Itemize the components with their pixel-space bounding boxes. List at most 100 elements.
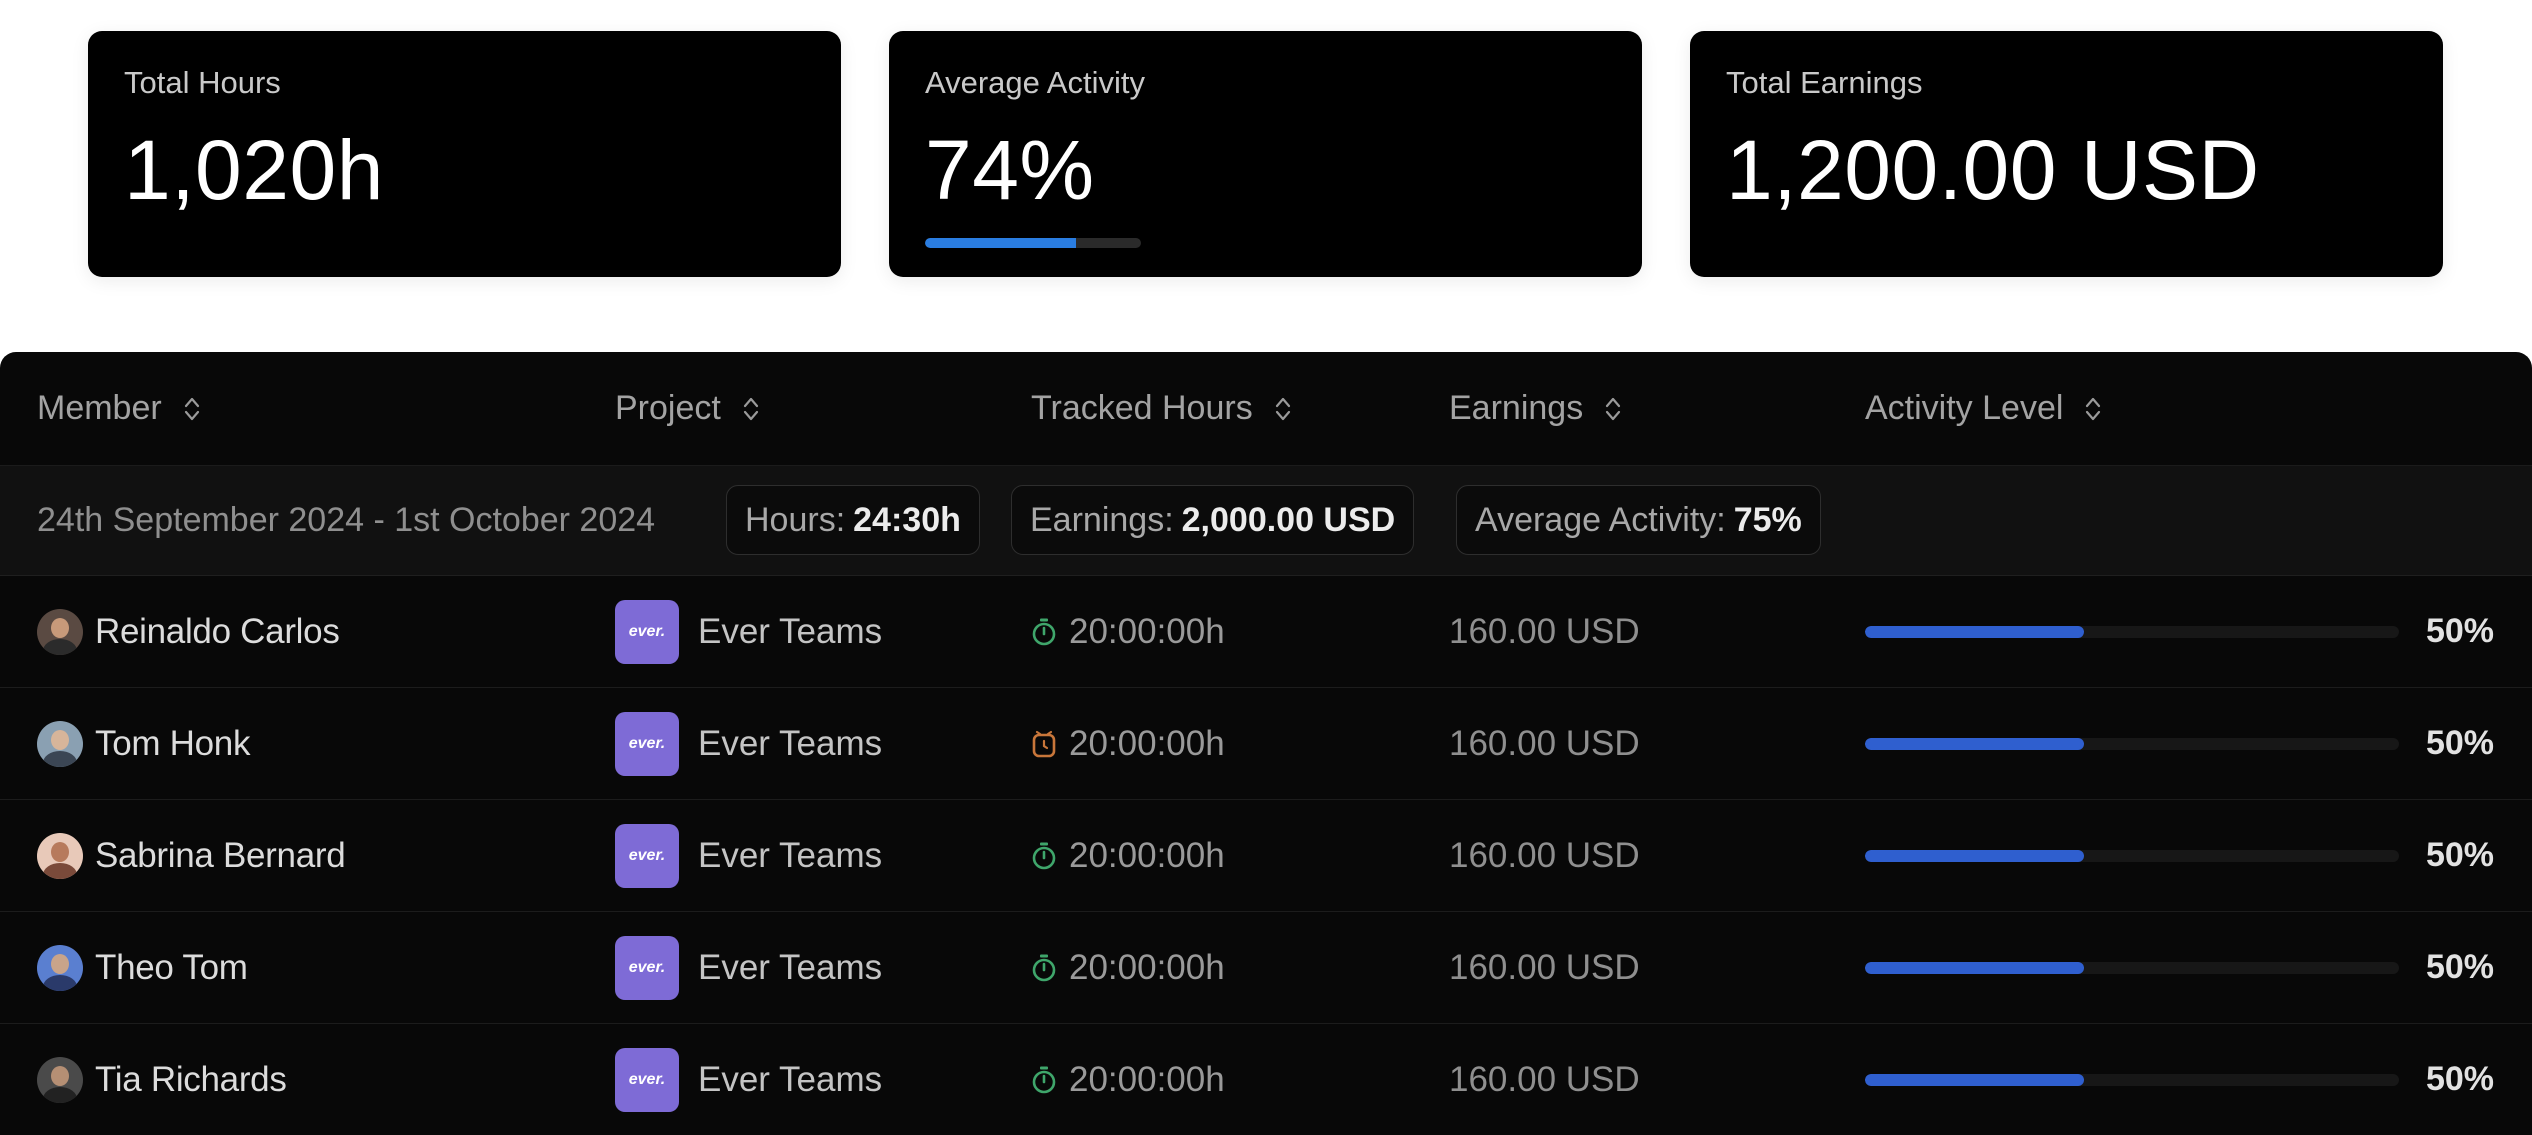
earnings-cell: 160.00 USD: [1449, 800, 1640, 911]
column-header-activity-level[interactable]: Activity Level: [1865, 352, 2101, 465]
activity-cell: [1865, 576, 2399, 687]
earnings-value: 160.00 USD: [1449, 947, 1640, 987]
member-name[interactable]: Sabrina Bernard: [95, 836, 346, 876]
badge-label: Earnings:: [1030, 500, 1174, 539]
stopwatch-icon: [1031, 953, 1057, 983]
average-activity-label: Average Activity: [925, 65, 1145, 100]
stopwatch-icon: [1031, 1065, 1057, 1095]
sort-icon[interactable]: [1605, 396, 1621, 422]
members-table: Member Project Tracked Hours Earnings Ac…: [0, 352, 2532, 1135]
total-hours-label: Total Hours: [124, 65, 281, 100]
member-name[interactable]: Reinaldo Carlos: [95, 612, 340, 652]
activity-progress-fill: [1865, 1073, 2084, 1086]
tracked-hours-cell: 20:00:00h: [1031, 912, 1225, 1023]
project-cell: ever. Ever Teams: [615, 800, 882, 911]
sort-icon[interactable]: [184, 396, 200, 422]
tracked-hours-value: 20:00:00h: [1069, 947, 1225, 987]
date-group-summary: 24th September 2024 - 1st October 2024 H…: [0, 466, 2532, 576]
project-logo-icon: ever.: [615, 599, 679, 664]
earnings-value: 160.00 USD: [1449, 835, 1640, 875]
earnings-cell: 160.00 USD: [1449, 1024, 1640, 1135]
table-row[interactable]: Sabrina Bernard ever. Ever Teams 20:00:0…: [0, 800, 2532, 912]
activity-percent: 50%: [2425, 1060, 2494, 1098]
member-cell: Tom Honk: [37, 688, 250, 799]
table-body: Reinaldo Carlos ever. Ever Teams 20:00:0…: [0, 576, 2532, 1135]
project-name: Ever Teams: [698, 611, 883, 651]
activity-progress-bar: [1865, 961, 2399, 974]
badge-label: Hours:: [745, 500, 846, 539]
tracked-hours-cell: 20:00:00h: [1031, 576, 1225, 687]
badge-value: 75%: [1733, 500, 1802, 539]
activity-progress-bar: [1865, 849, 2399, 862]
project-name: Ever Teams: [698, 835, 883, 875]
project-name: Ever Teams: [698, 723, 883, 763]
activity-cell: [1865, 800, 2399, 911]
column-header-label: Member: [37, 389, 162, 427]
column-header-member[interactable]: Member: [37, 352, 200, 465]
total-earnings-label: Total Earnings: [1726, 65, 1923, 100]
badge-label: Average Activity:: [1475, 500, 1726, 539]
activity-cell: [1865, 688, 2399, 799]
column-header-project[interactable]: Project: [615, 352, 759, 465]
project-cell: ever. Ever Teams: [615, 576, 882, 687]
member-cell: Tia Richards: [37, 1024, 287, 1135]
table-row[interactable]: Theo Tom ever. Ever Teams 20:00:00h 160.…: [0, 912, 2532, 1024]
tracked-hours-cell: 20:00:00h: [1031, 688, 1225, 799]
total-hours-value: 1,020h: [124, 123, 384, 217]
member-name[interactable]: Tom Honk: [95, 724, 250, 764]
activity-percent: 50%: [2425, 724, 2494, 762]
sort-icon[interactable]: [2085, 396, 2101, 422]
sort-icon[interactable]: [1275, 396, 1291, 422]
activity-progress-bar: [1865, 625, 2399, 638]
activity-progress-fill: [1865, 961, 2084, 974]
activity-progress-fill: [1865, 625, 2084, 638]
average-activity-progress: [925, 238, 1141, 248]
earnings-value: 160.00 USD: [1449, 723, 1640, 763]
project-logo-icon: ever.: [615, 711, 679, 776]
project-cell: ever. Ever Teams: [615, 688, 882, 799]
badge-value: 2,000.00 USD: [1181, 500, 1396, 539]
earnings-cell: 160.00 USD: [1449, 576, 1640, 687]
column-header-label: Project: [615, 389, 721, 427]
activity-progress-bar: [1865, 1073, 2399, 1086]
column-header-earnings[interactable]: Earnings: [1449, 352, 1621, 465]
table-row[interactable]: Reinaldo Carlos ever. Ever Teams 20:00:0…: [0, 576, 2532, 688]
avatar: [37, 720, 83, 767]
member-cell: Theo Tom: [37, 912, 248, 1023]
activity-percent: 50%: [2425, 612, 2494, 650]
tracked-hours-cell: 20:00:00h: [1031, 1024, 1225, 1135]
project-name: Ever Teams: [698, 1059, 883, 1099]
earnings-value: 160.00 USD: [1449, 611, 1640, 651]
table-header: Member Project Tracked Hours Earnings Ac…: [0, 352, 2532, 466]
date-range-label: 24th September 2024 - 1st October 2024: [37, 501, 656, 539]
avatar: [37, 944, 83, 991]
tracked-hours-value: 20:00:00h: [1069, 723, 1225, 763]
average-activity-progress-fill: [925, 238, 1077, 248]
stopwatch-icon: [1031, 617, 1057, 647]
average-activity-value: 74%: [925, 123, 1095, 217]
member-cell: Reinaldo Carlos: [37, 576, 340, 687]
earnings-value: 160.00 USD: [1449, 1059, 1640, 1099]
table-row[interactable]: Tom Honk ever. Ever Teams 20:00:00h 160.…: [0, 688, 2532, 800]
sort-icon[interactable]: [743, 396, 759, 422]
activity-summary-badge: Average Activity: 75%: [1456, 485, 1821, 555]
project-name: Ever Teams: [698, 947, 883, 987]
member-name[interactable]: Theo Tom: [95, 948, 248, 988]
average-activity-card: Average Activity 74%: [889, 31, 1642, 277]
column-header-tracked-hours[interactable]: Tracked Hours: [1031, 352, 1291, 465]
tracked-hours-value: 20:00:00h: [1069, 611, 1225, 651]
total-earnings-value: 1,200.00 USD: [1726, 123, 2260, 217]
avatar: [37, 608, 83, 655]
tracked-hours-cell: 20:00:00h: [1031, 800, 1225, 911]
hours-summary-badge: Hours: 24:30h: [726, 485, 980, 555]
stopwatch-icon: [1031, 841, 1057, 871]
table-row[interactable]: Tia Richards ever. Ever Teams 20:00:00h …: [0, 1024, 2532, 1135]
project-cell: ever. Ever Teams: [615, 912, 882, 1023]
column-header-label: Earnings: [1449, 389, 1584, 427]
activity-progress-fill: [1865, 849, 2084, 862]
member-name[interactable]: Tia Richards: [95, 1060, 287, 1100]
activity-percent: 50%: [2425, 836, 2494, 874]
tracked-hours-value: 20:00:00h: [1069, 1059, 1225, 1099]
project-logo-icon: ever.: [615, 935, 679, 1000]
earnings-cell: 160.00 USD: [1449, 912, 1640, 1023]
